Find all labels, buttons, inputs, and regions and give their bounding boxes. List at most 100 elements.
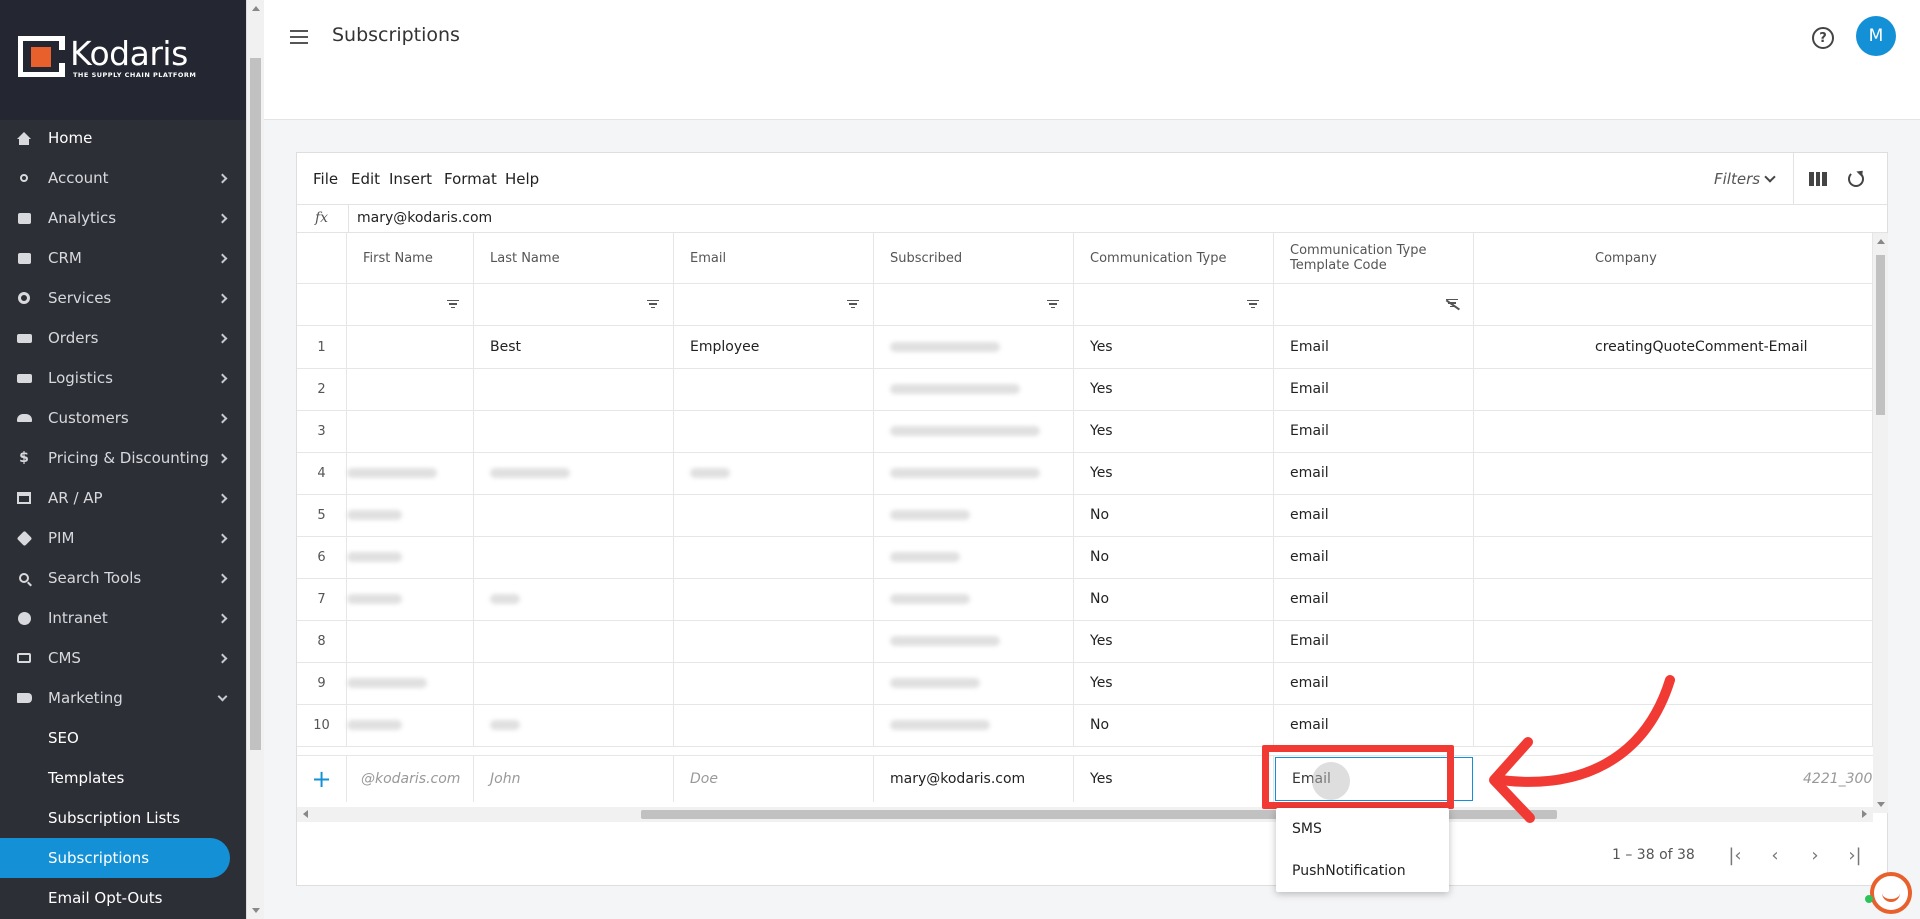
communication-type-cell[interactable]: email [1274, 494, 1474, 536]
filter-icon[interactable] [647, 299, 659, 309]
sidebar-item-home[interactable]: Home [0, 118, 246, 158]
communication-type-cell[interactable]: email [1274, 452, 1474, 494]
email-cell[interactable] [874, 494, 1074, 536]
last-name-cell[interactable] [674, 578, 874, 620]
last-name-cell[interactable] [674, 662, 874, 704]
sidebar-item-orders[interactable]: Orders [0, 318, 246, 358]
subscribed-cell[interactable]: Yes [1074, 410, 1274, 452]
column-header-last-name[interactable]: Last Name [474, 233, 674, 283]
scroll-down-icon[interactable] [252, 908, 260, 913]
filter-icon[interactable] [1247, 299, 1259, 309]
email-cell[interactable] [874, 326, 1074, 368]
filter-icon[interactable] [847, 299, 859, 309]
formula-input[interactable]: mary@kodaris.com [357, 210, 492, 226]
last-name-cell[interactable] [674, 620, 874, 662]
help-icon[interactable]: ? [1812, 27, 1834, 49]
sidebar-subitem-subscription-lists[interactable]: Subscription Lists [0, 798, 246, 838]
column-header-communication-type-template-code[interactable]: Communication Type Template Code [1274, 233, 1474, 283]
scroll-down-icon[interactable] [1877, 802, 1885, 807]
sidebar-item-services[interactable]: Services [0, 278, 246, 318]
first-name-cell[interactable] [474, 410, 674, 452]
email-cell[interactable] [874, 704, 1074, 746]
sidebar-item-marketing[interactable]: Marketing [0, 678, 246, 718]
filter-cell-last-name[interactable] [474, 283, 674, 325]
username-cell[interactable] [347, 494, 474, 536]
next-page-icon[interactable]: › [1805, 845, 1825, 866]
prev-page-icon[interactable]: ‹ [1765, 845, 1785, 866]
first-name-cell[interactable] [474, 578, 674, 620]
template-code-cell[interactable] [1579, 452, 1873, 494]
last-name-cell[interactable] [674, 368, 874, 410]
username-cell[interactable] [347, 452, 474, 494]
scrollbar-thumb[interactable] [250, 58, 261, 750]
sidebar-item-pricing-discounting[interactable]: $ Pricing & Discounting [0, 438, 246, 478]
menu-toggle-icon[interactable] [290, 30, 308, 44]
grid-vertical-scrollbar[interactable] [1873, 233, 1888, 813]
email-cell[interactable] [874, 410, 1074, 452]
sidebar-item-crm[interactable]: CRM [0, 238, 246, 278]
first-name-cell[interactable]: Best [474, 326, 674, 368]
subscribed-cell[interactable]: Yes [1074, 620, 1274, 662]
communication-type-cell[interactable]: Email [1274, 368, 1474, 410]
menu-help[interactable]: Help [505, 170, 539, 188]
filter-icon[interactable] [1047, 299, 1059, 309]
scrollbar-thumb[interactable] [1876, 255, 1885, 415]
first-name-cell[interactable] [474, 704, 674, 746]
option-sms[interactable]: SMS [1276, 808, 1449, 850]
subscribed-cell[interactable]: Yes [1074, 452, 1274, 494]
sidebar-item-logistics[interactable]: Logistics [0, 358, 246, 398]
new-email-input[interactable]: mary@kodaris.com [874, 756, 1074, 802]
scroll-up-icon[interactable] [252, 6, 260, 11]
menu-file[interactable]: File [313, 170, 338, 188]
sidebar-item-pim[interactable]: PIM [0, 518, 246, 558]
filter-cell-subscribed[interactable] [874, 283, 1074, 325]
username-cell[interactable] [347, 410, 474, 452]
last-name-cell[interactable] [674, 536, 874, 578]
sidebar-subitem-subscriptions[interactable]: Subscriptions [0, 838, 230, 878]
template-code-cell[interactable] [1579, 578, 1873, 620]
refresh-icon[interactable] [1848, 171, 1864, 187]
communication-type-cell[interactable]: Email [1274, 410, 1474, 452]
email-cell[interactable] [874, 536, 1074, 578]
sidebar-subitem-seo[interactable]: SEO [0, 718, 246, 758]
subscribed-cell[interactable]: Yes [1074, 326, 1274, 368]
first-name-cell[interactable] [474, 494, 674, 536]
template-code-cell[interactable] [1579, 410, 1873, 452]
last-name-cell[interactable] [674, 452, 874, 494]
username-cell[interactable] [347, 578, 474, 620]
template-code-cell[interactable] [1579, 536, 1873, 578]
sidebar-subitem-email-opt-outs[interactable]: Email Opt-Outs [0, 878, 246, 918]
new-subscribed-input[interactable]: Yes [1074, 756, 1274, 802]
subscribed-cell[interactable]: No [1074, 536, 1274, 578]
sidebar-item-analytics[interactable]: Analytics [0, 198, 246, 238]
username-cell[interactable] [347, 704, 474, 746]
sidebar-subitem-templates[interactable]: Templates [0, 758, 246, 798]
logo[interactable]: Kodaris THE SUPPLY CHAIN PLATFORM [0, 0, 246, 120]
sidebar-item-cms[interactable]: CMS [0, 638, 246, 678]
columns-icon[interactable] [1809, 172, 1828, 186]
username-cell[interactable] [347, 620, 474, 662]
last-name-cell[interactable] [674, 494, 874, 536]
option-push-notification[interactable]: PushNotification [1276, 850, 1449, 892]
subscribed-cell[interactable]: No [1074, 704, 1274, 746]
filter-off-icon[interactable] [1445, 298, 1459, 310]
sidebar-item-account[interactable]: Account [0, 158, 246, 198]
filter-cell-first-name[interactable] [347, 283, 474, 325]
last-page-icon[interactable]: ›| [1845, 845, 1865, 866]
username-cell[interactable] [347, 662, 474, 704]
scroll-left-icon[interactable] [303, 810, 308, 818]
column-header-subscribed[interactable]: Subscribed [874, 233, 1074, 283]
communication-type-cell[interactable]: Email [1274, 620, 1474, 662]
menu-edit[interactable]: Edit [351, 170, 380, 188]
subscribed-cell[interactable]: Yes [1074, 368, 1274, 410]
menu-format[interactable]: Format [444, 170, 497, 188]
last-name-cell[interactable] [674, 410, 874, 452]
template-code-cell[interactable]: creatingQuoteComment-Email [1579, 326, 1873, 368]
filter-cell-email[interactable] [674, 283, 874, 325]
sidebar-item-ar-ap[interactable]: AR / AP [0, 478, 246, 518]
new-first-name-input[interactable]: John [474, 756, 674, 802]
scroll-up-icon[interactable] [1877, 239, 1885, 244]
template-code-cell[interactable] [1579, 494, 1873, 536]
communication-type-cell[interactable]: email [1274, 578, 1474, 620]
sidebar-scrollbar[interactable] [246, 0, 264, 919]
